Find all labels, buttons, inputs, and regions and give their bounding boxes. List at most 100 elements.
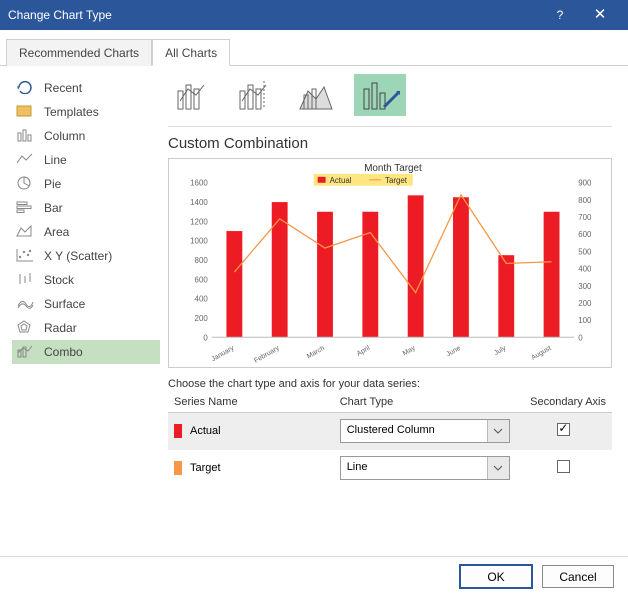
surface-icon <box>16 296 34 313</box>
svg-text:August: August <box>530 345 552 362</box>
sidebar-item-label: Line <box>44 153 156 167</box>
subtype-custom-combination[interactable] <box>354 74 406 116</box>
secondary-axis-checkbox[interactable] <box>557 460 570 473</box>
sidebar-item-label: X Y (Scatter) <box>44 249 156 263</box>
ok-button[interactable]: OK <box>460 565 532 588</box>
radar-icon <box>16 320 34 337</box>
chart-type-value: Clustered Column <box>341 420 487 442</box>
main-panel: Custom Combination Month Target Actual Tar… <box>160 66 628 556</box>
stock-icon <box>16 272 34 289</box>
series-row-actual[interactable]: Actual Clustered Column <box>168 413 612 450</box>
sidebar-item-label: Recent <box>44 81 156 95</box>
section-title: Custom Combination <box>168 135 612 152</box>
svg-text:January: January <box>211 345 236 364</box>
svg-text:400: 400 <box>195 295 209 304</box>
svg-text:800: 800 <box>578 196 592 205</box>
sidebar-item-scatter[interactable]: X Y (Scatter) <box>12 244 160 268</box>
svg-text:1600: 1600 <box>190 179 208 188</box>
sidebar-item-label: Column <box>44 129 156 143</box>
sidebar-item-label: Pie <box>44 177 156 191</box>
column-icon <box>16 128 34 145</box>
series-swatch <box>174 424 182 438</box>
sidebar-item-combo[interactable]: Combo <box>12 340 160 364</box>
pie-icon <box>16 176 34 193</box>
dialog-footer: OK Cancel <box>0 556 628 596</box>
svg-text:200: 200 <box>578 299 592 308</box>
dialog-title: Change Chart Type <box>8 8 112 22</box>
subtype-row <box>168 74 612 127</box>
sidebar-item-label: Surface <box>44 297 156 311</box>
sidebar-item-recent[interactable]: Recent <box>12 76 160 100</box>
svg-text:July: July <box>493 345 508 357</box>
tab-recommended[interactable]: Recommended Charts <box>6 39 152 66</box>
series-name-label: Target <box>190 462 221 474</box>
svg-text:March: March <box>306 345 326 361</box>
svg-text:700: 700 <box>578 213 592 222</box>
chart-type-value: Line <box>341 457 487 479</box>
chart-preview: Month Target Actual Target 0 200 400 600 800 100… <box>168 158 612 368</box>
combo-icon <box>16 344 34 361</box>
svg-text:600: 600 <box>578 230 592 239</box>
svg-text:February: February <box>253 345 281 365</box>
dialog-body: Recent Templates Column Line Pie Bar Area X Y (… <box>0 66 628 556</box>
sidebar-item-label: Templates <box>44 105 156 119</box>
subtype-clustered-column-line[interactable] <box>168 74 220 116</box>
sidebar-item-column[interactable]: Column <box>12 124 160 148</box>
help-button[interactable]: ? <box>540 0 580 30</box>
svg-text:300: 300 <box>578 282 592 291</box>
svg-text:Target: Target <box>385 176 408 185</box>
svg-text:May: May <box>402 345 417 358</box>
svg-text:Actual: Actual <box>330 176 352 185</box>
series-table: Series Name Chart Type Secondary Axis Ac… <box>168 392 612 486</box>
recent-icon <box>16 80 34 97</box>
sidebar-item-radar[interactable]: Radar <box>12 316 160 340</box>
sidebar-item-stock[interactable]: Stock <box>12 268 160 292</box>
subtype-clustered-column-line-secondary[interactable] <box>230 74 282 116</box>
svg-text:1000: 1000 <box>190 237 208 246</box>
chevron-down-icon <box>487 457 509 479</box>
series-row-target[interactable]: Target Line <box>168 450 612 487</box>
series-swatch <box>174 461 182 475</box>
svg-text:100: 100 <box>578 316 592 325</box>
cancel-button[interactable]: Cancel <box>542 565 614 588</box>
svg-text:April: April <box>356 345 372 358</box>
svg-text:1200: 1200 <box>190 217 208 226</box>
chart-category-list: Recent Templates Column Line Pie Bar Area X Y (… <box>0 66 160 556</box>
tab-all-charts[interactable]: All Charts <box>152 39 230 66</box>
svg-text:June: June <box>445 345 462 359</box>
sidebar-item-label: Combo <box>44 345 156 359</box>
secondary-axis-checkbox[interactable] <box>557 423 570 436</box>
chevron-down-icon <box>487 420 509 442</box>
svg-text:0: 0 <box>578 333 583 342</box>
chart-type-dropdown[interactable]: Clustered Column <box>340 419 510 443</box>
sidebar-item-label: Radar <box>44 321 156 335</box>
sidebar-item-surface[interactable]: Surface <box>12 292 160 316</box>
sidebar-item-label: Area <box>44 225 156 239</box>
svg-text:200: 200 <box>195 314 209 323</box>
col-chart-type: Chart Type <box>334 392 516 413</box>
sidebar-item-area[interactable]: Area <box>12 220 160 244</box>
svg-text:800: 800 <box>195 256 209 265</box>
svg-text:1400: 1400 <box>190 198 208 207</box>
svg-text:400: 400 <box>578 265 592 274</box>
bar-icon <box>16 200 34 217</box>
svg-text:500: 500 <box>578 247 592 256</box>
chart-type-dropdown[interactable]: Line <box>340 456 510 480</box>
line-icon <box>16 152 34 169</box>
sidebar-item-line[interactable]: Line <box>12 148 160 172</box>
tab-strip: Recommended Charts All Charts <box>0 38 628 66</box>
sidebar-item-pie[interactable]: Pie <box>12 172 160 196</box>
svg-text:0: 0 <box>203 333 208 342</box>
titlebar: Change Chart Type ? ✕ <box>0 0 628 30</box>
close-button[interactable]: ✕ <box>580 0 620 30</box>
col-secondary-axis: Secondary Axis <box>516 392 612 413</box>
svg-text:600: 600 <box>195 275 209 284</box>
sidebar-item-bar[interactable]: Bar <box>12 196 160 220</box>
subtype-stacked-area-column[interactable] <box>292 74 344 116</box>
sidebar-item-templates[interactable]: Templates <box>12 100 160 124</box>
sidebar-item-label: Bar <box>44 201 156 215</box>
col-series-name: Series Name <box>168 392 334 413</box>
area-icon <box>16 224 34 241</box>
svg-text:Month Target: Month Target <box>364 163 422 174</box>
series-name-label: Actual <box>190 425 221 437</box>
